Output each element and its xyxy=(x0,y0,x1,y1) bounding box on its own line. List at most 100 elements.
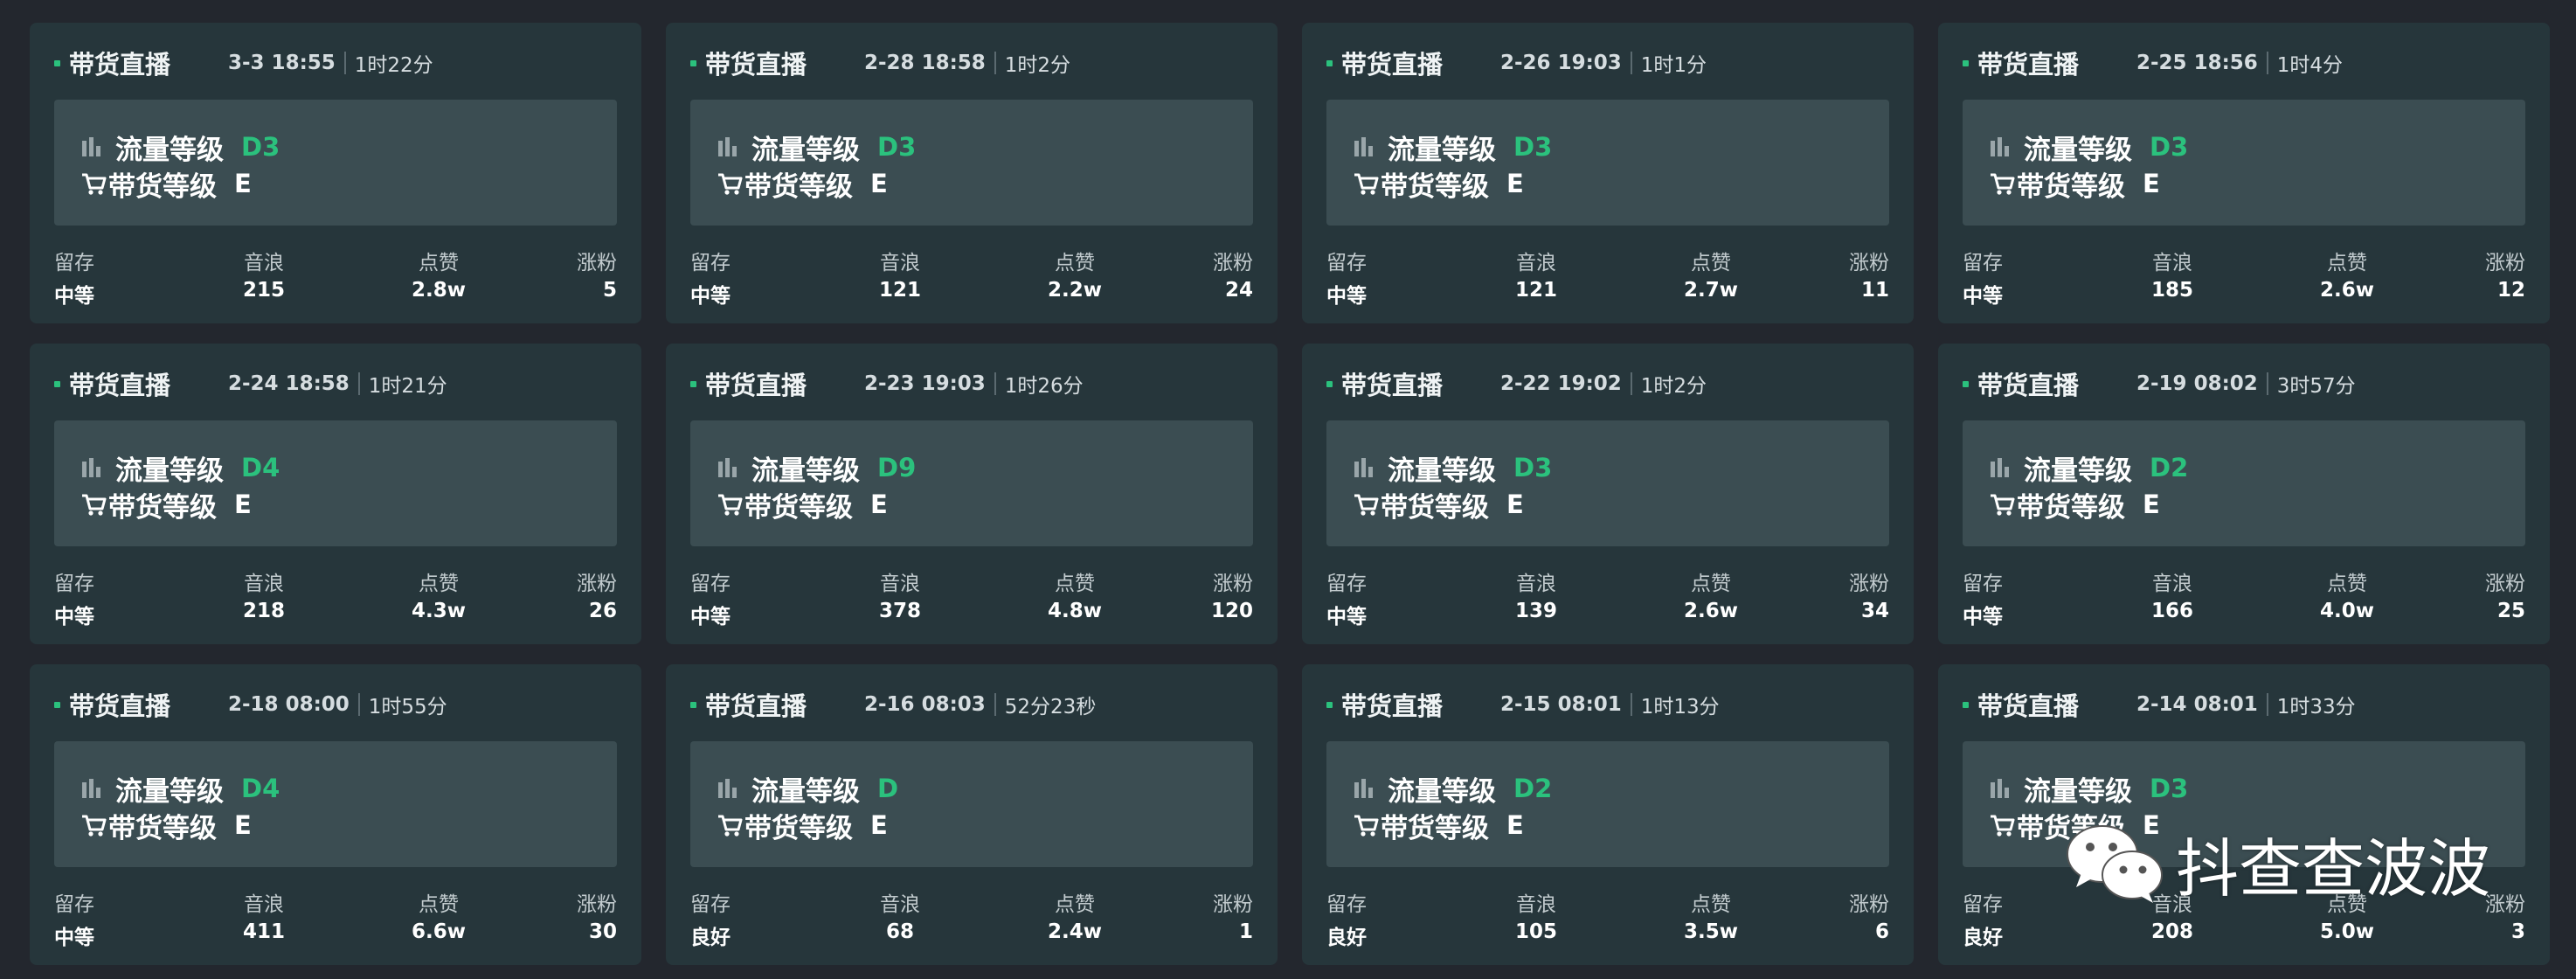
stat-value: 12 xyxy=(2496,279,2525,302)
live-session-card[interactable]: 带货直播 2-24 18:58 1时21分 流量等级 D4 带货等级 E 留存 … xyxy=(30,344,641,644)
stat-label: 留存 xyxy=(54,573,94,595)
goods-level-label: 带货等级 xyxy=(108,170,217,203)
stat-value: 139 xyxy=(1514,600,1557,622)
flow-level-value: D4 xyxy=(241,774,280,803)
goods-level-value: E xyxy=(234,490,252,519)
start-time: 2-25 18:56 xyxy=(2136,52,2258,74)
stat-label: 涨粉 xyxy=(1213,893,1253,916)
stat-yinlang: 音浪 139 xyxy=(1501,566,1571,622)
goods-level-value: E xyxy=(1506,169,1524,198)
stat-yinlang: 音浪 378 xyxy=(865,566,935,622)
status-dot xyxy=(54,59,60,66)
duration: 1时1分 xyxy=(1640,54,1707,77)
stat-label: 音浪 xyxy=(1516,893,1556,916)
live-type: 带货直播 xyxy=(1977,50,2080,80)
stat-value: 2.7w xyxy=(1684,279,1738,302)
card-header: 带货直播 2-18 08:00 1时55分 xyxy=(54,687,617,722)
card-header: 带货直播 2-22 19:02 1时2分 xyxy=(1326,366,1889,401)
level-panel: 流量等级 D9 带货等级 E xyxy=(690,420,1253,546)
flow-level-value: D xyxy=(877,774,899,803)
live-session-card[interactable]: 带货直播 3-3 18:55 1时22分 流量等级 D3 带货等级 E 留存 中… xyxy=(30,23,641,323)
status-dot xyxy=(54,380,60,387)
flow-level-value: D3 xyxy=(1513,132,1553,162)
stat-value: 3 xyxy=(2510,920,2525,943)
live-session-card[interactable]: 带货直播 2-25 18:56 1时4分 流量等级 D3 带货等级 E 留存 中… xyxy=(1938,23,2550,323)
stat-label: 留存 xyxy=(1326,252,1367,274)
stat-value: 2.6w xyxy=(1684,600,1738,622)
flow-level-row: 流量等级 D xyxy=(717,771,899,808)
stat-value: 1 xyxy=(1238,920,1253,943)
stats-row: 留存 良好 音浪 68 点赞 2.4w 涨粉 1 xyxy=(690,887,1253,949)
goods-level-row: 带货等级 E xyxy=(1989,166,2160,203)
live-type: 带货直播 xyxy=(1341,691,1444,721)
stat-value: 26 xyxy=(588,600,617,622)
stat-new-fans: 涨粉 25 xyxy=(2485,566,2525,622)
live-session-card[interactable]: 带货直播 2-28 18:58 1时2分 流量等级 D3 带货等级 E 留存 中… xyxy=(666,23,1278,323)
live-session-card[interactable]: 带货直播 2-22 19:02 1时2分 流量等级 D3 带货等级 E 留存 中… xyxy=(1302,344,1914,644)
level-panel: 流量等级 D 带货等级 E xyxy=(690,741,1253,867)
live-session-card[interactable]: 带货直播 2-19 08:02 3时57分 流量等级 D2 带货等级 E 留存 … xyxy=(1938,344,2550,644)
flow-level-value: D3 xyxy=(1513,453,1553,483)
flow-level-label: 流量等级 xyxy=(115,134,224,166)
stat-value: 120 xyxy=(1210,600,1253,622)
duration: 1时2分 xyxy=(1004,54,1071,77)
stat-label: 点赞 xyxy=(1691,573,1731,595)
start-time: 2-22 19:02 xyxy=(1500,372,1622,395)
stat-label: 点赞 xyxy=(1691,252,1731,274)
status-dot xyxy=(54,701,60,708)
goods-level-label: 带货等级 xyxy=(108,812,217,844)
duration: 1时2分 xyxy=(1640,375,1707,398)
shopping-cart-icon xyxy=(82,815,107,837)
stat-retention: 留存 良好 xyxy=(1326,887,1367,950)
stat-value: 中等 xyxy=(54,606,94,628)
live-type: 带货直播 xyxy=(705,371,807,400)
duration: 1时21分 xyxy=(368,375,447,398)
live-session-card[interactable]: 带货直播 2-26 19:03 1时1分 流量等级 D3 带货等级 E 留存 中… xyxy=(1302,23,1914,323)
live-session-card[interactable]: 带货直播 2-15 08:01 1时13分 流量等级 D2 带货等级 E 留存 … xyxy=(1302,664,1914,965)
live-session-card[interactable]: 带货直播 2-16 08:03 52分23秒 流量等级 D 带货等级 E 留存 … xyxy=(666,664,1278,965)
goods-level-label: 带货等级 xyxy=(1381,812,1489,844)
stat-label: 涨粉 xyxy=(2485,893,2525,916)
live-session-card[interactable]: 带货直播 2-23 19:03 1时26分 流量等级 D9 带货等级 E 留存 … xyxy=(666,344,1278,644)
divider xyxy=(1630,52,1632,74)
stat-value: 中等 xyxy=(690,606,731,628)
stats-row: 留存 中等 音浪 166 点赞 4.0w 涨粉 25 xyxy=(1963,566,2525,628)
stat-new-fans: 涨粉 1 xyxy=(1213,887,1253,943)
card-header: 带货直播 2-28 18:58 1时2分 xyxy=(690,45,1253,80)
level-panel: 流量等级 D4 带货等级 E xyxy=(54,420,617,546)
stat-value: 4.0w xyxy=(2320,600,2374,622)
start-time: 2-24 18:58 xyxy=(228,372,350,395)
flow-level-value: D2 xyxy=(2150,453,2189,483)
stat-value: 5.0w xyxy=(2320,920,2374,943)
stat-value: 30 xyxy=(588,920,617,943)
divider xyxy=(343,52,346,74)
stat-value: 2.6w xyxy=(2320,279,2374,302)
stat-label: 留存 xyxy=(1326,573,1367,595)
shopping-cart-icon xyxy=(718,815,743,837)
flow-level-label: 流量等级 xyxy=(2024,775,2132,808)
stats-row: 留存 中等 音浪 215 点赞 2.8w 涨粉 5 xyxy=(54,246,617,308)
live-session-card[interactable]: 带货直播 2-18 08:00 1时55分 流量等级 D4 带货等级 E 留存 … xyxy=(30,664,641,965)
stat-likes: 点赞 6.6w xyxy=(399,887,478,943)
stat-yinlang: 音浪 105 xyxy=(1501,887,1571,943)
status-dot xyxy=(1326,380,1333,387)
stat-yinlang: 音浪 218 xyxy=(229,566,299,622)
divider xyxy=(994,372,996,395)
bar-chart-icon xyxy=(1354,458,1373,477)
bar-chart-icon xyxy=(1991,137,2009,156)
stat-new-fans: 涨粉 120 xyxy=(1211,566,1253,622)
stat-label: 点赞 xyxy=(1055,573,1095,595)
goods-level-label: 带货等级 xyxy=(1381,170,1489,203)
goods-level-label: 带货等级 xyxy=(744,812,853,844)
start-time: 2-28 18:58 xyxy=(864,52,986,74)
duration: 1时13分 xyxy=(1640,696,1720,719)
stat-value: 378 xyxy=(878,600,921,622)
stat-value: 良好 xyxy=(690,927,731,949)
bar-chart-icon xyxy=(1991,458,2009,477)
stat-retention: 留存 中等 xyxy=(54,887,94,950)
level-panel: 流量等级 D2 带货等级 E xyxy=(1963,420,2525,546)
goods-level-value: E xyxy=(234,169,252,198)
stat-retention: 留存 中等 xyxy=(1963,246,2003,309)
stat-label: 点赞 xyxy=(419,893,459,916)
level-panel: 流量等级 D3 带货等级 E xyxy=(54,100,617,226)
